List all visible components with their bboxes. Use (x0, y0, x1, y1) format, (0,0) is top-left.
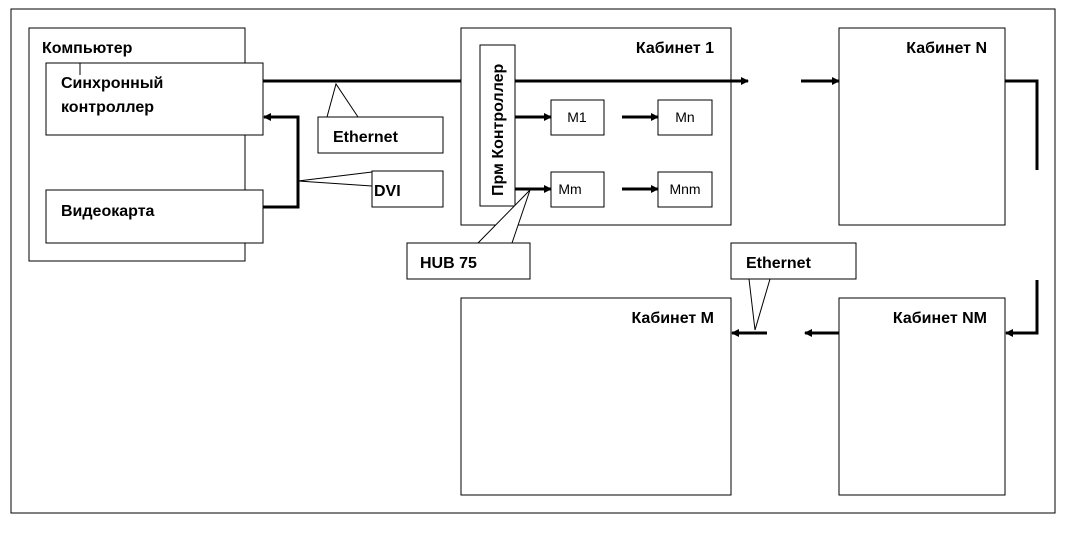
sync-controller-label-2: контроллер (61, 99, 154, 116)
svg-text:Ethernet: Ethernet (746, 255, 812, 272)
video-card-label: Видеокарта (61, 203, 155, 220)
receiver-controller-label: Прм Контроллер (490, 63, 507, 196)
svg-text:Mm: Mm (558, 181, 581, 197)
cabinet-m: Кабинет M (460, 297, 732, 496)
computer-box: Компьютер Синхронный контроллер Видеокар… (28, 27, 264, 262)
cabinet-nm: Кабинет NM (838, 297, 1006, 496)
cabinet-1: Кабинет 1 Прм Контроллер M1 Mn Mm Mnm (460, 27, 749, 226)
diagram: Компьютер Синхронный контроллер Видеокар… (10, 8, 1056, 514)
cabinet-1-title: Кабинет 1 (636, 40, 714, 57)
svg-text:Mnm: Mnm (669, 181, 700, 197)
sync-controller-label-1: Синхронный (61, 75, 163, 92)
svg-text:Ethernet: Ethernet (333, 129, 399, 146)
svg-text:HUB 75: HUB 75 (420, 255, 477, 272)
cabinet-nm-title: Кабинет NM (893, 310, 987, 327)
cabinet-m-title: Кабинет M (631, 310, 714, 327)
svg-text:M1: M1 (567, 109, 587, 125)
svg-text:Mn: Mn (675, 109, 694, 125)
cabinet-n: Кабинет N (838, 27, 1006, 226)
computer-title: Компьютер (42, 40, 133, 57)
cabinet-n-title: Кабинет N (906, 40, 987, 57)
svg-text:DVI: DVI (374, 183, 401, 200)
